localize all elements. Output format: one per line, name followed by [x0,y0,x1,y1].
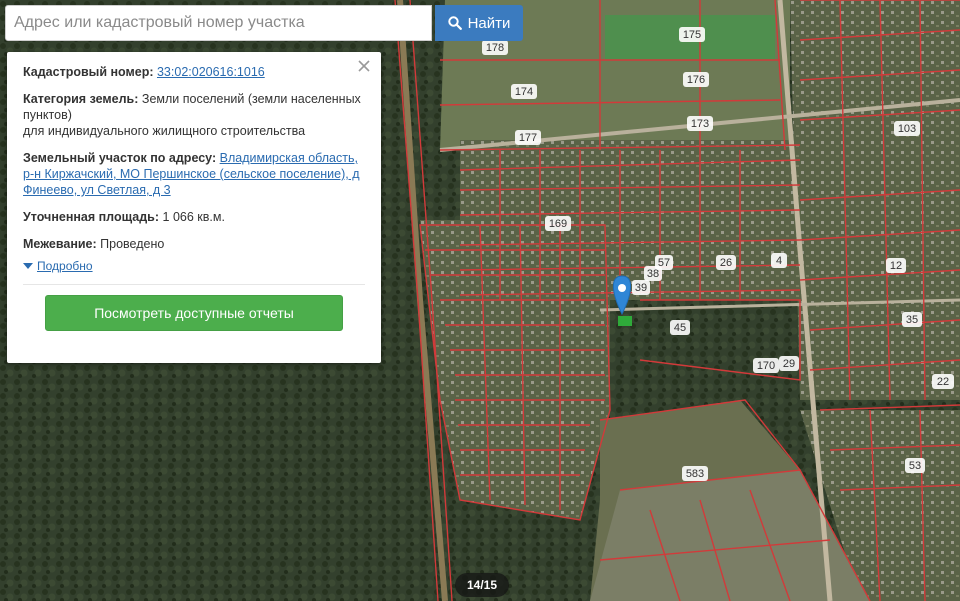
details-toggle-label: Подробно [37,259,93,273]
svg-text:35: 35 [906,314,918,326]
plot-label: 57 [655,255,673,270]
svg-text:103: 103 [898,123,916,135]
area-label: Уточненная площадь: [23,210,160,224]
svg-text:26: 26 [720,257,732,269]
svg-text:4: 4 [776,255,782,267]
plot-label: 583 [682,466,708,481]
plot-label: 4 [771,253,787,268]
gallery-counter: 14/15 [455,573,509,597]
divider [23,284,365,285]
plot-label: 22 [932,374,954,389]
svg-text:53: 53 [909,460,921,472]
parcel-info-card: Кадастровый номер: 33:02:020616:1016 Кат… [7,52,381,363]
plot-label: 12 [886,258,906,273]
close-icon[interactable] [356,58,372,74]
plot-label: 177 [515,130,541,145]
plot-label: 35 [902,312,922,327]
plot-label: 176 [683,72,709,87]
search-button-label: Найти [467,14,511,32]
plot-label: 174 [511,84,537,99]
plot-label: 45 [670,320,690,335]
address-row: Земельный участок по адресу: Владимирска… [23,150,365,198]
svg-text:12: 12 [890,260,902,272]
svg-text:45: 45 [674,322,686,334]
search-input[interactable] [5,5,432,41]
plot-label: 178 [482,40,508,55]
plot-label: 26 [716,255,736,270]
plot-label: 39 [632,280,650,295]
svg-text:177: 177 [519,132,537,144]
svg-text:29: 29 [783,358,795,370]
search-button[interactable]: Найти [435,5,523,41]
plot-label: 103 [894,121,920,136]
plot-label: 170 [753,358,779,373]
plot-label: 29 [779,356,799,371]
survey-row: Межевание: Проведено [23,236,365,252]
svg-text:178: 178 [486,42,504,54]
survey-label: Межевание: [23,237,97,251]
cadastral-number-link[interactable]: 33:02:020616:1016 [157,65,265,79]
plot-label: 53 [905,458,925,473]
svg-text:170: 170 [757,360,775,372]
cadastral-number-label: Кадастровый номер: [23,65,154,79]
svg-text:39: 39 [635,282,647,294]
land-category-row: Категория земель: Земли поселений (земли… [23,91,365,139]
caret-down-icon [23,263,33,269]
address-label: Земельный участок по адресу: [23,151,217,165]
plot-label: 175 [679,27,705,42]
area-row: Уточненная площадь: 1 066 кв.м. [23,209,365,225]
svg-text:169: 169 [549,218,567,230]
plot-label: 169 [545,216,571,231]
land-use-value: для индивидуального жилищного строительс… [23,124,306,138]
cadastral-number-row: Кадастровый номер: 33:02:020616:1016 [23,64,365,80]
survey-value: Проведено [100,237,165,251]
land-category-label: Категория земель: [23,92,139,106]
svg-text:22: 22 [937,376,949,388]
svg-text:57: 57 [658,257,670,269]
svg-text:583: 583 [686,468,704,480]
svg-text:175: 175 [683,29,701,41]
svg-text:176: 176 [687,74,705,86]
view-reports-button[interactable]: Посмотреть доступные отчеты [45,295,343,331]
area-value: 1 066 кв.м. [162,210,225,224]
plot-label: 173 [687,116,713,131]
details-toggle[interactable]: Подробно [23,258,93,274]
svg-text:173: 173 [691,118,709,130]
search-icon [447,16,462,30]
svg-text:174: 174 [515,86,533,98]
